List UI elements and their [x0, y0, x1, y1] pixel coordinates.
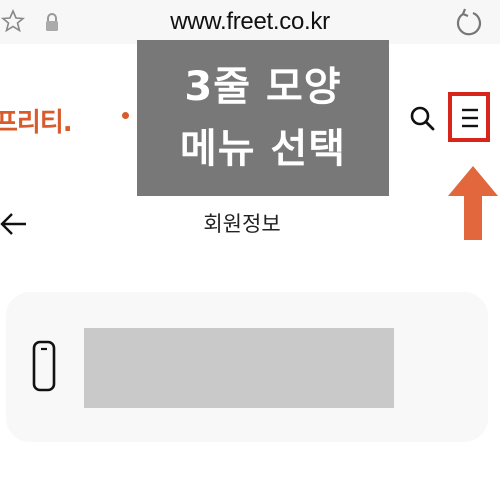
logo-dot: [122, 112, 129, 119]
search-icon[interactable]: [408, 104, 436, 132]
overlay-caption: 3줄 모양 메뉴 선택: [137, 40, 389, 196]
menu-highlight-box[interactable]: [448, 92, 490, 142]
masked-phone-field: [84, 328, 394, 408]
phone-icon: [32, 340, 56, 392]
browser-url-bar: www.freet.co.kr: [0, 0, 500, 45]
reload-icon[interactable]: [452, 6, 486, 38]
hamburger-menu-icon[interactable]: [461, 108, 479, 128]
site-logo[interactable]: 프리티.: [0, 102, 73, 139]
url-text[interactable]: www.freet.co.kr: [0, 8, 500, 36]
caption-line-2: 메뉴 선택: [179, 126, 347, 172]
caption-line-1: 3줄 모양: [184, 64, 342, 110]
page-title: 회원정보: [203, 212, 281, 236]
